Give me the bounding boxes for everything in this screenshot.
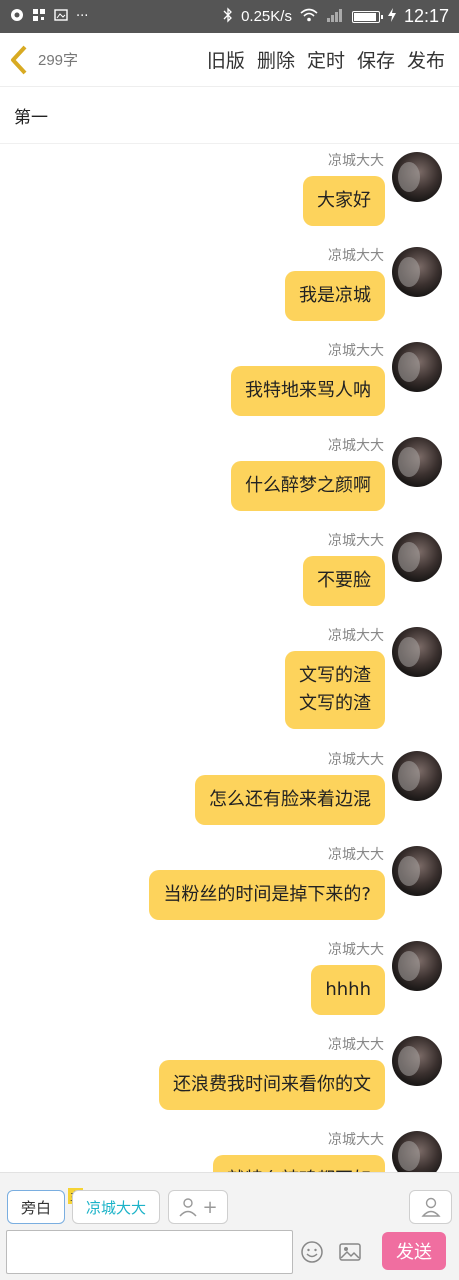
qr-icon xyxy=(32,8,46,26)
sender-name: 凉城大大 xyxy=(328,533,384,549)
more-dots: ··· xyxy=(76,9,89,24)
message-bubble[interactable]: 我是凉城 xyxy=(285,271,385,321)
sender-name: 凉城大大 xyxy=(328,438,384,454)
message-bubble[interactable]: 还浪费我时间来看你的文 xyxy=(159,1060,385,1110)
battery-icon xyxy=(351,10,383,23)
bluetooth-icon xyxy=(223,6,233,27)
plus-icon: + xyxy=(202,1196,218,1218)
word-count: 299字 xyxy=(38,52,79,69)
avatar[interactable] xyxy=(392,152,442,202)
avatar[interactable] xyxy=(392,751,442,801)
network-speed: 0.25K/s xyxy=(241,8,292,25)
sender-name: 凉城大大 xyxy=(328,1132,384,1148)
avatar[interactable] xyxy=(392,1036,442,1086)
message-bubble[interactable]: 什么醉梦之颜啊 xyxy=(231,461,385,511)
sender-name: 凉城大大 xyxy=(328,343,384,359)
message-list[interactable]: 凉城大大 大家好 凉城大大 我是凉城 凉城大大 我特地来骂人呐 凉城大大 什么醉… xyxy=(0,145,459,1172)
person-icon xyxy=(179,1198,197,1217)
message-bubble[interactable]: 不要脸 xyxy=(303,556,385,606)
message-bubble[interactable]: 文写的渣 文写的渣 xyxy=(285,651,385,729)
sender-name: 凉城大大 xyxy=(328,942,384,958)
wifi-icon xyxy=(300,8,318,26)
charging-icon xyxy=(387,7,396,26)
old-version-button[interactable]: 旧版 xyxy=(207,46,245,73)
avatar[interactable] xyxy=(392,532,442,582)
avatar[interactable] xyxy=(392,846,442,896)
message-bubble[interactable]: hhhh xyxy=(311,965,385,1015)
emoji-icon[interactable] xyxy=(300,1240,324,1264)
send-button[interactable]: 发送 xyxy=(382,1232,446,1270)
sender-name: 凉城大大 xyxy=(328,847,384,863)
sender-name: 凉城大大 xyxy=(328,248,384,264)
publish-button[interactable]: 发布 xyxy=(407,46,445,73)
chapter-title[interactable]: 第一 xyxy=(0,88,459,144)
message-bubble[interactable]: 就特么辣鸡都不如 xyxy=(213,1155,385,1172)
clock: 12:17 xyxy=(403,6,449,26)
image-icon[interactable] xyxy=(338,1240,362,1264)
editor-toolbar: 299字 旧版 删除 定时 保存 发布 xyxy=(0,33,459,87)
delete-button[interactable]: 删除 xyxy=(257,46,295,73)
image-notify-icon xyxy=(54,8,68,26)
role-selector[interactable]: 凉城大大 xyxy=(72,1190,160,1224)
add-role-button[interactable]: + xyxy=(168,1190,228,1224)
avatar[interactable] xyxy=(392,1131,442,1172)
schedule-button[interactable]: 定时 xyxy=(307,46,345,73)
narration-button[interactable]: 旁白 xyxy=(7,1190,65,1224)
sender-name: 凉城大大 xyxy=(328,752,384,768)
signal-icon xyxy=(326,8,344,26)
sender-name: 凉城大大 xyxy=(328,628,384,644)
back-button[interactable] xyxy=(0,33,38,87)
message-bubble[interactable]: 大家好 xyxy=(303,176,385,226)
compose-bar: 旁白 主 凉城大大 + 发送 xyxy=(0,1172,459,1280)
avatar[interactable] xyxy=(392,941,442,991)
avatar[interactable] xyxy=(392,247,442,297)
message-input[interactable] xyxy=(6,1230,293,1274)
message-bubble[interactable]: 当粉丝的时间是掉下来的? xyxy=(149,870,385,920)
message-bubble[interactable]: 怎么还有脸来着边混 xyxy=(195,775,385,825)
save-button[interactable]: 保存 xyxy=(357,46,395,73)
message-bubble[interactable]: 我特地来骂人呐 xyxy=(231,366,385,416)
avatar[interactable] xyxy=(392,437,442,487)
sender-name: 凉城大大 xyxy=(328,153,384,169)
character-list-button[interactable] xyxy=(409,1190,452,1224)
status-bar: ··· 0.25K/s 12:17 xyxy=(0,0,459,33)
chevron-left-icon xyxy=(11,45,27,74)
avatar[interactable] xyxy=(392,627,442,677)
avatar[interactable] xyxy=(392,342,442,392)
user-icon xyxy=(420,1197,441,1217)
sender-name: 凉城大大 xyxy=(328,1037,384,1053)
notification-icon xyxy=(10,8,24,26)
